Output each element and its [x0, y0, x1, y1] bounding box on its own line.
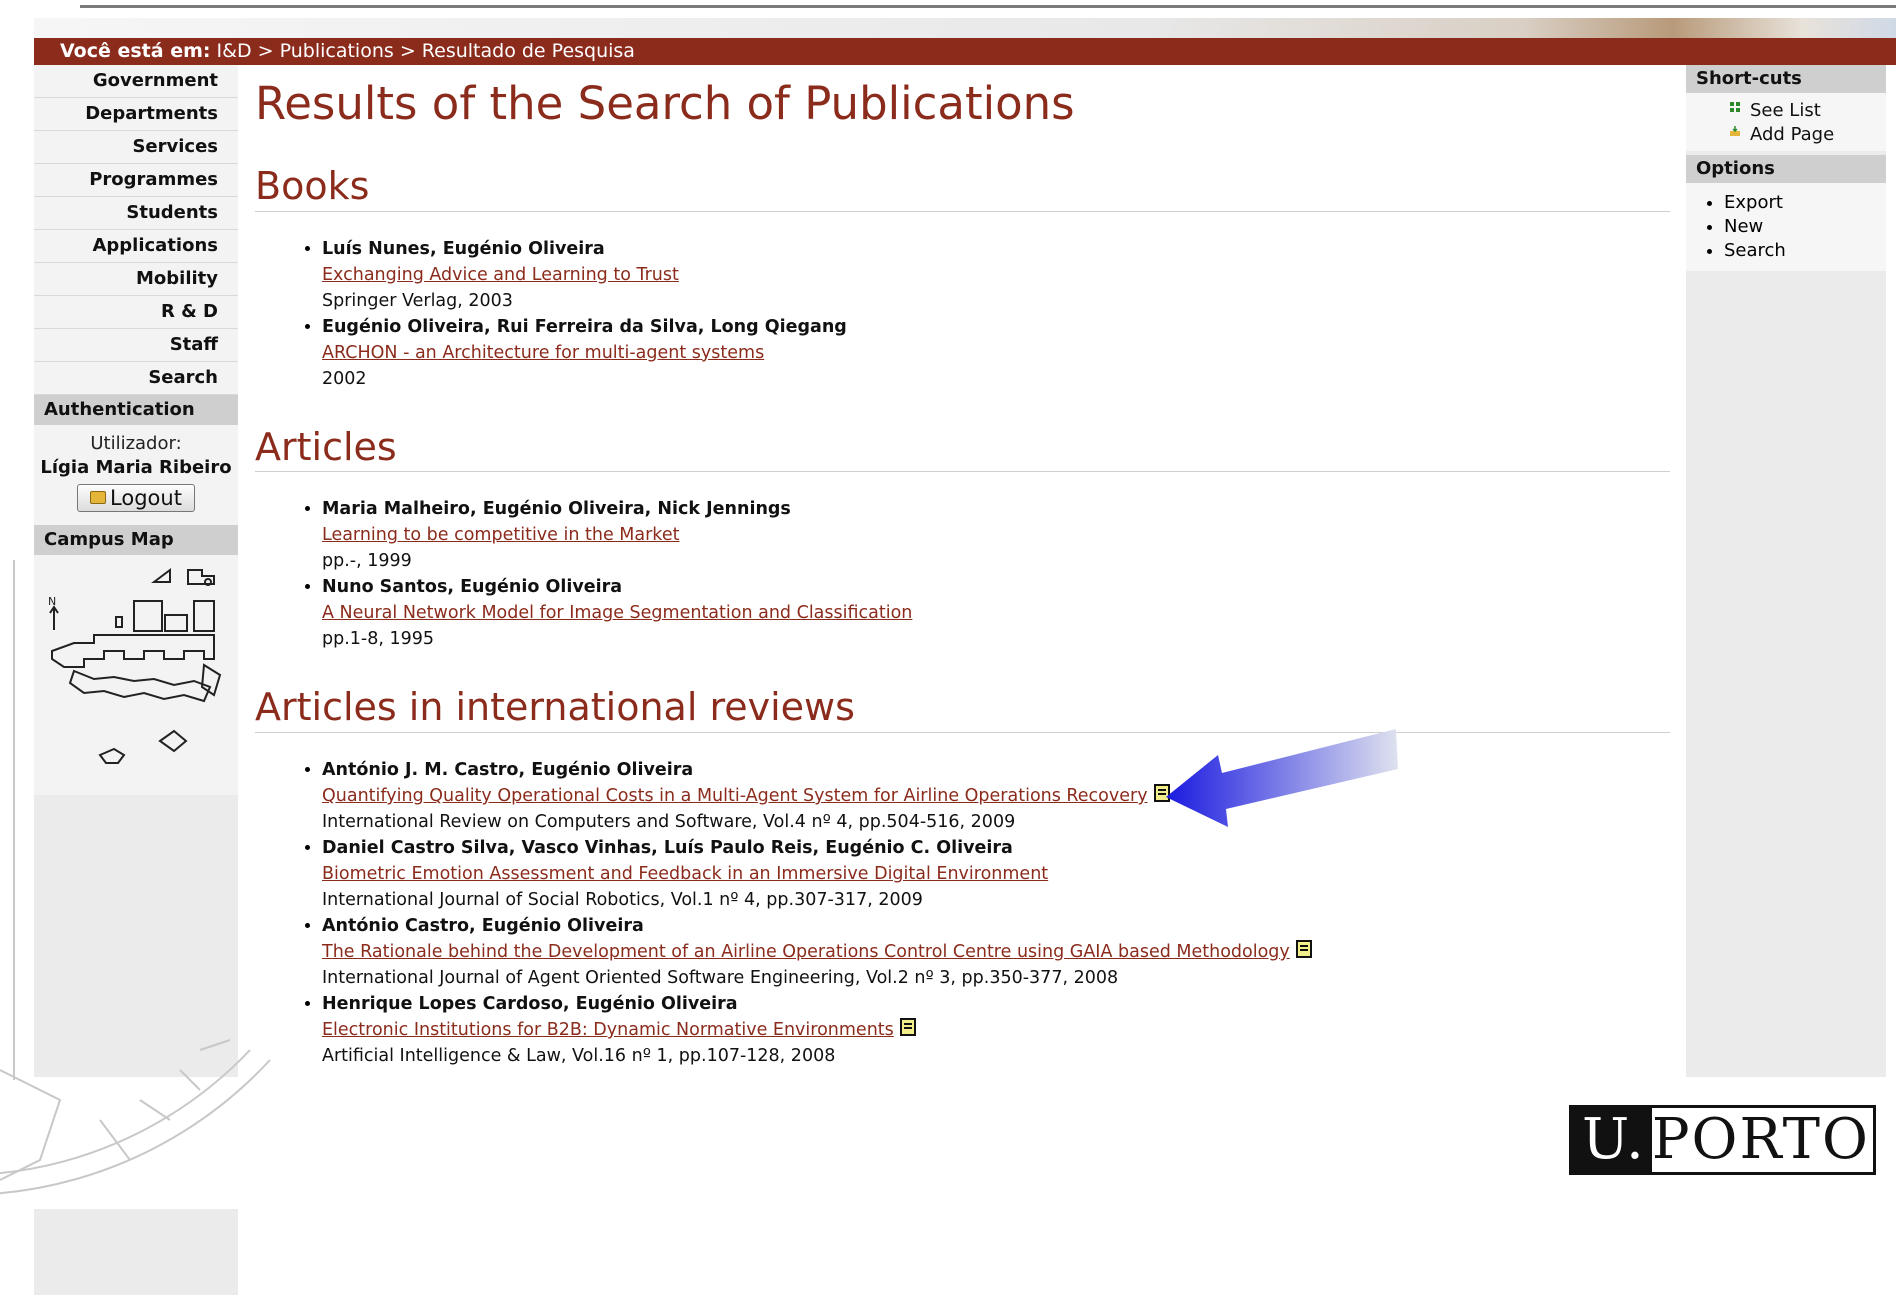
list-item: António J. M. Castro, Eugénio Oliveira Q… — [322, 757, 1670, 835]
nav-item-departments[interactable]: Departments — [34, 98, 238, 131]
uporto-logo: U. PORTO — [1569, 1105, 1876, 1175]
option-search[interactable]: Search — [1724, 239, 1886, 263]
add-page-icon — [1730, 126, 1740, 136]
books-list: Luís Nunes, Eugénio Oliveira Exchanging … — [255, 236, 1670, 392]
list-item: Henrique Lopes Cardoso, Eugénio Oliveira… — [322, 991, 1670, 1069]
nav-item-government[interactable]: Government — [34, 65, 238, 98]
right-panel: Short-cuts See List Add Page Options Exp… — [1686, 65, 1886, 1077]
pub-title-link[interactable]: Quantifying Quality Operational Costs in… — [322, 786, 1148, 806]
nav-item-students[interactable]: Students — [34, 197, 238, 230]
pub-title-link[interactable]: The Rationale behind the Development of … — [322, 942, 1290, 962]
pub-authors: Luís Nunes, Eugénio Oliveira — [322, 238, 605, 259]
section-heading-books: Books — [255, 164, 1670, 212]
pub-source: pp.1-8, 1995 — [322, 629, 435, 650]
options-heading: Options — [1686, 155, 1886, 183]
document-icon[interactable] — [1295, 940, 1312, 959]
pub-authors: Nuno Santos, Eugénio Oliveira — [322, 577, 623, 598]
option-new[interactable]: New — [1724, 215, 1886, 239]
pub-authors: António Castro, Eugénio Oliveira — [322, 916, 644, 937]
breadcrumb-lead: Você está em: — [60, 40, 211, 62]
header-banner-strip — [34, 18, 1896, 38]
list-item: Daniel Castro Silva, Vasco Vinhas, Luís … — [322, 835, 1670, 913]
logo-u: U. — [1572, 1108, 1652, 1172]
pub-title-link[interactable]: A Neural Network Model for Image Segment… — [322, 603, 912, 623]
pub-source: pp.-, 1999 — [322, 551, 412, 572]
authentication-heading: Authentication — [34, 395, 238, 425]
pub-source: International Journal of Social Robotics… — [322, 890, 923, 911]
pub-authors: Eugénio Oliveira, Rui Ferreira da Silva,… — [322, 316, 847, 337]
main-content: Results of the Search of Publications Bo… — [255, 65, 1670, 1077]
articles-list: Maria Malheiro, Eugénio Oliveira, Nick J… — [255, 496, 1670, 652]
breadcrumb-current: Resultado de Pesquisa — [421, 40, 635, 62]
pub-authors: Daniel Castro Silva, Vasco Vinhas, Luís … — [322, 838, 1013, 859]
pub-authors: Henrique Lopes Cardoso, Eugénio Oliveira — [322, 994, 738, 1015]
options-box: Export New Search — [1686, 183, 1886, 271]
option-export[interactable]: Export — [1724, 191, 1886, 215]
section-heading-international-reviews: Articles in international reviews — [255, 686, 1670, 734]
logout-button[interactable]: Logout — [77, 484, 195, 512]
breadcrumb-separator: > — [399, 40, 416, 62]
pointer-arrow-icon — [1166, 729, 1398, 827]
list-item: António Castro, Eugénio Oliveira The Rat… — [322, 913, 1670, 991]
pub-source: Springer Verlag, 2003 — [322, 290, 513, 311]
user-label: Utilizador: — [90, 433, 182, 454]
section-heading-articles: Articles — [255, 425, 1670, 473]
list-item: Nuno Santos, Eugénio Oliveira A Neural N… — [322, 574, 1670, 652]
options-list: Export New Search — [1686, 183, 1886, 271]
list-item: Luís Nunes, Eugénio Oliveira Exchanging … — [322, 236, 1670, 314]
pub-authors: António J. M. Castro, Eugénio Oliveira — [322, 760, 694, 781]
pub-title-link[interactable]: ARCHON - an Architecture for multi-agent… — [322, 343, 764, 363]
pub-source: 2002 — [322, 368, 367, 389]
nav-item-services[interactable]: Services — [34, 131, 238, 164]
list-item: Maria Malheiro, Eugénio Oliveira, Nick J… — [322, 496, 1670, 574]
nav-item-applications[interactable]: Applications — [34, 230, 238, 263]
shortcut-see-list[interactable]: See List — [1686, 99, 1886, 123]
shortcut-add-page[interactable]: Add Page — [1686, 123, 1886, 147]
lock-icon — [90, 490, 107, 504]
pub-authors: Maria Malheiro, Eugénio Oliveira, Nick J… — [322, 499, 791, 520]
pub-source: International Review on Computers and So… — [322, 812, 1016, 833]
breadcrumb-separator: > — [257, 40, 274, 62]
university-seal-watermark — [0, 560, 271, 1195]
breadcrumb-link-publications[interactable]: Publications — [280, 40, 394, 62]
pub-title-link[interactable]: Exchanging Advice and Learning to Trust — [322, 265, 679, 285]
pub-source: Artificial Intelligence & Law, Vol.16 nº… — [322, 1046, 836, 1067]
shortcuts-box: See List Add Page — [1686, 93, 1886, 151]
list-item: Eugénio Oliveira, Rui Ferreira da Silva,… — [322, 314, 1670, 392]
page-title: Results of the Search of Publications — [255, 77, 1075, 130]
nav-item-search[interactable]: Search — [34, 362, 238, 395]
nav-item-staff[interactable]: Staff — [34, 329, 238, 362]
shortcut-label: Add Page — [1750, 124, 1835, 145]
breadcrumb-link-id[interactable]: I&D — [217, 40, 252, 62]
user-name: Lígia Maria Ribeiro — [40, 457, 232, 478]
pub-title-link[interactable]: Learning to be competitive in the Market — [322, 525, 679, 545]
nav-item-r-and-d[interactable]: R & D — [34, 296, 238, 329]
authentication-box: Utilizador: Lígia Maria Ribeiro Logout — [34, 425, 238, 525]
international-reviews-list: António J. M. Castro, Eugénio Oliveira Q… — [255, 757, 1670, 1069]
nav-item-mobility[interactable]: Mobility — [34, 263, 238, 296]
pub-source: International Journal of Agent Oriented … — [322, 968, 1119, 989]
logout-label: Logout — [110, 486, 182, 510]
top-divider — [80, 5, 1896, 8]
pub-title-link[interactable]: Biometric Emotion Assessment and Feedbac… — [322, 864, 1048, 884]
breadcrumb: Você está em: I&D > Publications > Resul… — [34, 38, 1896, 65]
nav-item-programmes[interactable]: Programmes — [34, 164, 238, 197]
list-grid-icon — [1730, 102, 1740, 112]
pub-title-link[interactable]: Electronic Institutions for B2B: Dynamic… — [322, 1020, 894, 1040]
campus-map-heading: Campus Map — [34, 525, 238, 555]
shortcuts-heading: Short-cuts — [1686, 65, 1886, 93]
document-icon[interactable] — [899, 1018, 916, 1037]
logo-porto: PORTO — [1651, 1107, 1870, 1172]
